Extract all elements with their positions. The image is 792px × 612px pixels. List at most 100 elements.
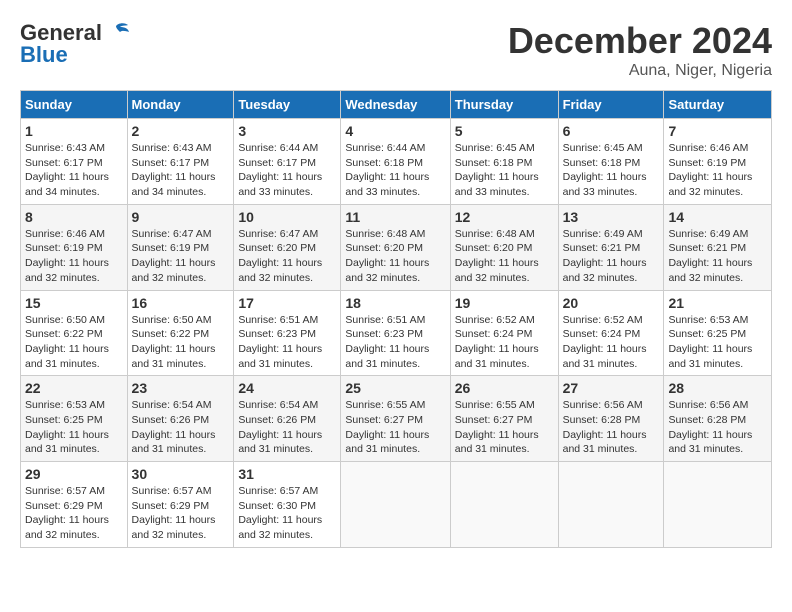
page-header: General Blue December 2024 Auna, Niger, … bbox=[20, 20, 772, 80]
calendar-cell: 13 Sunrise: 6:49 AMSunset: 6:21 PMDaylig… bbox=[558, 204, 664, 290]
calendar-cell: 18 Sunrise: 6:51 AMSunset: 6:23 PMDaylig… bbox=[341, 290, 450, 376]
day-number: 4 bbox=[345, 123, 445, 139]
calendar-week-row: 22 Sunrise: 6:53 AMSunset: 6:25 PMDaylig… bbox=[21, 376, 772, 462]
calendar-cell: 23 Sunrise: 6:54 AMSunset: 6:26 PMDaylig… bbox=[127, 376, 234, 462]
day-info: Sunrise: 6:49 AMSunset: 6:21 PMDaylight:… bbox=[668, 228, 752, 284]
calendar-cell: 31 Sunrise: 6:57 AMSunset: 6:30 PMDaylig… bbox=[234, 462, 341, 548]
day-info: Sunrise: 6:57 AMSunset: 6:30 PMDaylight:… bbox=[238, 485, 322, 541]
day-info: Sunrise: 6:43 AMSunset: 6:17 PMDaylight:… bbox=[25, 142, 109, 198]
calendar-week-row: 15 Sunrise: 6:50 AMSunset: 6:22 PMDaylig… bbox=[21, 290, 772, 376]
day-info: Sunrise: 6:54 AMSunset: 6:26 PMDaylight:… bbox=[132, 399, 216, 455]
location-text: Auna, Niger, Nigeria bbox=[508, 62, 772, 80]
day-info: Sunrise: 6:51 AMSunset: 6:23 PMDaylight:… bbox=[345, 314, 429, 370]
calendar-cell: 26 Sunrise: 6:55 AMSunset: 6:27 PMDaylig… bbox=[450, 376, 558, 462]
month-title: December 2024 bbox=[508, 20, 772, 62]
calendar-cell bbox=[450, 462, 558, 548]
title-section: December 2024 Auna, Niger, Nigeria bbox=[508, 20, 772, 80]
day-info: Sunrise: 6:45 AMSunset: 6:18 PMDaylight:… bbox=[563, 142, 647, 198]
day-number: 27 bbox=[563, 380, 660, 396]
col-wednesday: Wednesday bbox=[341, 91, 450, 119]
day-info: Sunrise: 6:52 AMSunset: 6:24 PMDaylight:… bbox=[563, 314, 647, 370]
calendar-cell: 20 Sunrise: 6:52 AMSunset: 6:24 PMDaylig… bbox=[558, 290, 664, 376]
day-info: Sunrise: 6:50 AMSunset: 6:22 PMDaylight:… bbox=[132, 314, 216, 370]
day-info: Sunrise: 6:54 AMSunset: 6:26 PMDaylight:… bbox=[238, 399, 322, 455]
day-info: Sunrise: 6:44 AMSunset: 6:17 PMDaylight:… bbox=[238, 142, 322, 198]
calendar-cell: 30 Sunrise: 6:57 AMSunset: 6:29 PMDaylig… bbox=[127, 462, 234, 548]
calendar-cell: 17 Sunrise: 6:51 AMSunset: 6:23 PMDaylig… bbox=[234, 290, 341, 376]
day-number: 14 bbox=[668, 209, 767, 225]
calendar-week-row: 8 Sunrise: 6:46 AMSunset: 6:19 PMDayligh… bbox=[21, 204, 772, 290]
logo-bird-icon bbox=[102, 22, 130, 44]
calendar-cell: 6 Sunrise: 6:45 AMSunset: 6:18 PMDayligh… bbox=[558, 119, 664, 205]
day-info: Sunrise: 6:52 AMSunset: 6:24 PMDaylight:… bbox=[455, 314, 539, 370]
day-info: Sunrise: 6:55 AMSunset: 6:27 PMDaylight:… bbox=[455, 399, 539, 455]
day-info: Sunrise: 6:47 AMSunset: 6:19 PMDaylight:… bbox=[132, 228, 216, 284]
day-number: 6 bbox=[563, 123, 660, 139]
day-number: 9 bbox=[132, 209, 230, 225]
day-number: 7 bbox=[668, 123, 767, 139]
day-info: Sunrise: 6:53 AMSunset: 6:25 PMDaylight:… bbox=[668, 314, 752, 370]
day-number: 31 bbox=[238, 466, 336, 482]
calendar-cell: 29 Sunrise: 6:57 AMSunset: 6:29 PMDaylig… bbox=[21, 462, 128, 548]
calendar-cell: 21 Sunrise: 6:53 AMSunset: 6:25 PMDaylig… bbox=[664, 290, 772, 376]
calendar-cell: 15 Sunrise: 6:50 AMSunset: 6:22 PMDaylig… bbox=[21, 290, 128, 376]
day-number: 8 bbox=[25, 209, 123, 225]
calendar-cell: 8 Sunrise: 6:46 AMSunset: 6:19 PMDayligh… bbox=[21, 204, 128, 290]
day-number: 5 bbox=[455, 123, 554, 139]
day-number: 18 bbox=[345, 295, 445, 311]
day-info: Sunrise: 6:56 AMSunset: 6:28 PMDaylight:… bbox=[668, 399, 752, 455]
day-number: 19 bbox=[455, 295, 554, 311]
calendar-cell: 19 Sunrise: 6:52 AMSunset: 6:24 PMDaylig… bbox=[450, 290, 558, 376]
calendar-cell: 2 Sunrise: 6:43 AMSunset: 6:17 PMDayligh… bbox=[127, 119, 234, 205]
day-number: 16 bbox=[132, 295, 230, 311]
day-number: 15 bbox=[25, 295, 123, 311]
day-number: 26 bbox=[455, 380, 554, 396]
day-number: 3 bbox=[238, 123, 336, 139]
day-info: Sunrise: 6:53 AMSunset: 6:25 PMDaylight:… bbox=[25, 399, 109, 455]
calendar-cell: 22 Sunrise: 6:53 AMSunset: 6:25 PMDaylig… bbox=[21, 376, 128, 462]
day-number: 1 bbox=[25, 123, 123, 139]
calendar-cell: 25 Sunrise: 6:55 AMSunset: 6:27 PMDaylig… bbox=[341, 376, 450, 462]
col-thursday: Thursday bbox=[450, 91, 558, 119]
day-info: Sunrise: 6:56 AMSunset: 6:28 PMDaylight:… bbox=[563, 399, 647, 455]
day-number: 20 bbox=[563, 295, 660, 311]
day-info: Sunrise: 6:43 AMSunset: 6:17 PMDaylight:… bbox=[132, 142, 216, 198]
day-info: Sunrise: 6:44 AMSunset: 6:18 PMDaylight:… bbox=[345, 142, 429, 198]
calendar-cell bbox=[558, 462, 664, 548]
calendar-cell: 7 Sunrise: 6:46 AMSunset: 6:19 PMDayligh… bbox=[664, 119, 772, 205]
calendar-cell: 28 Sunrise: 6:56 AMSunset: 6:28 PMDaylig… bbox=[664, 376, 772, 462]
day-number: 25 bbox=[345, 380, 445, 396]
calendar-week-row: 1 Sunrise: 6:43 AMSunset: 6:17 PMDayligh… bbox=[21, 119, 772, 205]
day-info: Sunrise: 6:46 AMSunset: 6:19 PMDaylight:… bbox=[25, 228, 109, 284]
day-number: 11 bbox=[345, 209, 445, 225]
calendar-cell: 5 Sunrise: 6:45 AMSunset: 6:18 PMDayligh… bbox=[450, 119, 558, 205]
calendar-cell: 14 Sunrise: 6:49 AMSunset: 6:21 PMDaylig… bbox=[664, 204, 772, 290]
day-number: 28 bbox=[668, 380, 767, 396]
day-number: 13 bbox=[563, 209, 660, 225]
calendar-cell: 12 Sunrise: 6:48 AMSunset: 6:20 PMDaylig… bbox=[450, 204, 558, 290]
calendar-week-row: 29 Sunrise: 6:57 AMSunset: 6:29 PMDaylig… bbox=[21, 462, 772, 548]
calendar-cell: 16 Sunrise: 6:50 AMSunset: 6:22 PMDaylig… bbox=[127, 290, 234, 376]
day-number: 21 bbox=[668, 295, 767, 311]
col-saturday: Saturday bbox=[664, 91, 772, 119]
calendar-cell bbox=[341, 462, 450, 548]
col-friday: Friday bbox=[558, 91, 664, 119]
day-info: Sunrise: 6:57 AMSunset: 6:29 PMDaylight:… bbox=[25, 485, 109, 541]
day-info: Sunrise: 6:45 AMSunset: 6:18 PMDaylight:… bbox=[455, 142, 539, 198]
calendar-cell: 3 Sunrise: 6:44 AMSunset: 6:17 PMDayligh… bbox=[234, 119, 341, 205]
day-info: Sunrise: 6:48 AMSunset: 6:20 PMDaylight:… bbox=[455, 228, 539, 284]
col-tuesday: Tuesday bbox=[234, 91, 341, 119]
day-info: Sunrise: 6:50 AMSunset: 6:22 PMDaylight:… bbox=[25, 314, 109, 370]
day-number: 12 bbox=[455, 209, 554, 225]
logo-blue-text: Blue bbox=[20, 42, 68, 68]
day-info: Sunrise: 6:49 AMSunset: 6:21 PMDaylight:… bbox=[563, 228, 647, 284]
calendar-cell: 4 Sunrise: 6:44 AMSunset: 6:18 PMDayligh… bbox=[341, 119, 450, 205]
day-number: 17 bbox=[238, 295, 336, 311]
calendar-cell bbox=[664, 462, 772, 548]
logo: General Blue bbox=[20, 20, 130, 68]
day-info: Sunrise: 6:51 AMSunset: 6:23 PMDaylight:… bbox=[238, 314, 322, 370]
calendar-table: Sunday Monday Tuesday Wednesday Thursday… bbox=[20, 90, 772, 548]
day-info: Sunrise: 6:55 AMSunset: 6:27 PMDaylight:… bbox=[345, 399, 429, 455]
calendar-cell: 27 Sunrise: 6:56 AMSunset: 6:28 PMDaylig… bbox=[558, 376, 664, 462]
day-number: 29 bbox=[25, 466, 123, 482]
